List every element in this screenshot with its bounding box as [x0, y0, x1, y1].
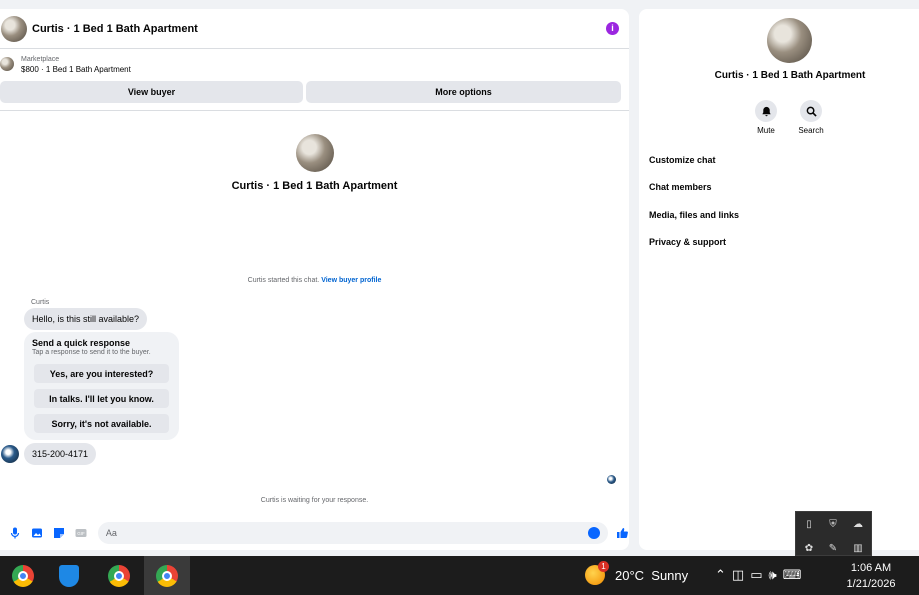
system-tray: ⌃ ◫ ▭ 🕪 ⌨	[715, 567, 801, 583]
mute-label: Mute	[757, 126, 775, 135]
chevron-up-icon[interactable]: ⌃	[715, 567, 726, 583]
meet-now-icon[interactable]: ◫	[732, 567, 744, 583]
listing-thumbnail	[0, 57, 14, 71]
gif-icon[interactable]: GIF	[74, 526, 88, 540]
message-bubble: 315-200-4171	[24, 443, 97, 465]
quick-response-option[interactable]: Sorry, it's not available.	[34, 414, 169, 433]
side-avatar[interactable]	[767, 18, 812, 63]
taskbar-shield-app[interactable]	[46, 556, 92, 595]
message-bubble: Hello, is this still available?	[24, 308, 148, 330]
sun-icon: 1	[585, 561, 609, 585]
weather-widget[interactable]: 1 20°C Sunny	[585, 561, 689, 585]
side-title: Curtis · 1 Bed 1 Bath Apartment	[714, 70, 866, 81]
mute-button[interactable]: Mute	[746, 100, 786, 135]
taskbar-clock[interactable]: 1:06 AM 1/21/2026	[838, 560, 904, 592]
tray-device-icon[interactable]: ▥	[852, 543, 864, 555]
search-icon	[806, 106, 817, 117]
weather-badge: 1	[598, 561, 609, 572]
listing-avatar[interactable]	[1, 15, 27, 42]
bell-icon	[761, 106, 771, 116]
thumbs-up-icon[interactable]	[615, 526, 629, 540]
emoji-icon[interactable]	[588, 527, 601, 539]
taskbar: 1 20°C Sunny ⌃ ◫ ▭ 🕪 ⌨ 1:06 AM 1/21/2026	[0, 556, 919, 595]
listing-summary[interactable]: Marketplace $800 · 1 Bed 1 Bath Apartmen…	[0, 49, 629, 81]
tray-phone-icon[interactable]: ▯	[803, 519, 815, 531]
taskbar-chrome-profile-1[interactable]	[0, 556, 46, 595]
weather-temperature: 20°C	[615, 567, 645, 583]
sender-name: Curtis	[31, 299, 50, 306]
view-buyer-profile-link[interactable]: View buyer profile	[321, 277, 381, 284]
quick-response-card: Send a quick response Tap a response to …	[24, 332, 179, 440]
menu-media-files-links[interactable]: Media, files and links	[649, 210, 739, 220]
info-icon[interactable]: i	[606, 22, 619, 35]
svg-text:GIF: GIF	[77, 531, 85, 536]
menu-chat-members[interactable]: Chat members	[649, 182, 712, 192]
chrome-icon	[156, 564, 178, 587]
more-options-button[interactable]: More options	[306, 81, 621, 103]
network-icon[interactable]: ▭	[750, 567, 762, 583]
intro-title: Curtis · 1 Bed 1 Bath Apartment	[231, 180, 398, 192]
search-button[interactable]: Search	[791, 100, 831, 135]
keyboard-icon[interactable]: ⌨	[783, 567, 802, 583]
weather-condition: Sunny	[651, 567, 689, 583]
view-buyer-button[interactable]: View buyer	[0, 81, 303, 103]
clock-time: 1:06 AM	[850, 562, 892, 574]
sticker-icon[interactable]	[52, 526, 66, 540]
tray-overflow-popup: ▯ ⛨ ☁ ✿ ✎ ▥	[795, 511, 872, 556]
quick-response-option[interactable]: Yes, are you interested?	[34, 364, 169, 383]
started-text: Curtis started this chat.	[247, 277, 320, 284]
buyer-avatar[interactable]	[1, 445, 19, 463]
quick-response-title: Send a quick response	[32, 338, 131, 348]
volume-icon[interactable]: 🕪	[769, 567, 777, 583]
shield-app-icon	[59, 564, 79, 587]
quick-response-option[interactable]: In talks. I'll let you know.	[34, 389, 169, 408]
tray-shield-icon[interactable]: ⛨	[827, 519, 839, 531]
intro-avatar	[295, 134, 334, 172]
chat-header: Curtis · 1 Bed 1 Bath Apartment i	[0, 9, 629, 49]
chat-title[interactable]: Curtis · 1 Bed 1 Bath Apartment	[32, 23, 606, 35]
menu-privacy-support[interactable]: Privacy & support	[649, 237, 726, 247]
chat-panel: Curtis · 1 Bed 1 Bath Apartment i Market…	[0, 9, 629, 550]
taskbar-chrome-profile-3[interactable]	[144, 556, 190, 595]
taskbar-chrome-profile-2[interactable]	[96, 556, 142, 595]
seen-indicator-avatar	[607, 475, 616, 484]
listing-kicker: Marketplace	[21, 56, 60, 63]
chrome-icon	[108, 564, 130, 587]
tray-pen-icon[interactable]: ✎	[827, 543, 839, 555]
message-input[interactable]: Aa	[97, 522, 609, 544]
tray-cloud-off-icon[interactable]: ☁	[852, 519, 864, 531]
search-label: Search	[798, 126, 824, 135]
microphone-icon[interactable]	[8, 526, 22, 540]
chat-intro: Curtis · 1 Bed 1 Bath Apartment	[0, 134, 629, 192]
photo-icon[interactable]	[30, 526, 44, 540]
message-input-placeholder: Aa	[105, 528, 117, 538]
quick-response-subtitle: Tap a response to send it to the buyer.	[32, 349, 151, 356]
menu-customize-chat[interactable]: Customize chat	[649, 155, 716, 165]
message-row: 315-200-4171	[0, 443, 629, 465]
chrome-icon	[12, 564, 34, 587]
tray-color-icon[interactable]: ✿	[803, 543, 815, 555]
listing-detail: $800 · 1 Bed 1 Bath Apartment	[21, 65, 131, 74]
waiting-notice: Curtis is waiting for your response.	[260, 497, 369, 504]
clock-date: 1/21/2026	[846, 578, 896, 590]
chat-started-notice: Curtis started this chat. View buyer pro…	[0, 277, 629, 284]
conversation-details-panel: Curtis · 1 Bed 1 Bath Apartment Mute Sea…	[639, 9, 919, 550]
message-composer: GIF Aa	[0, 519, 629, 547]
header-divider	[0, 110, 629, 111]
